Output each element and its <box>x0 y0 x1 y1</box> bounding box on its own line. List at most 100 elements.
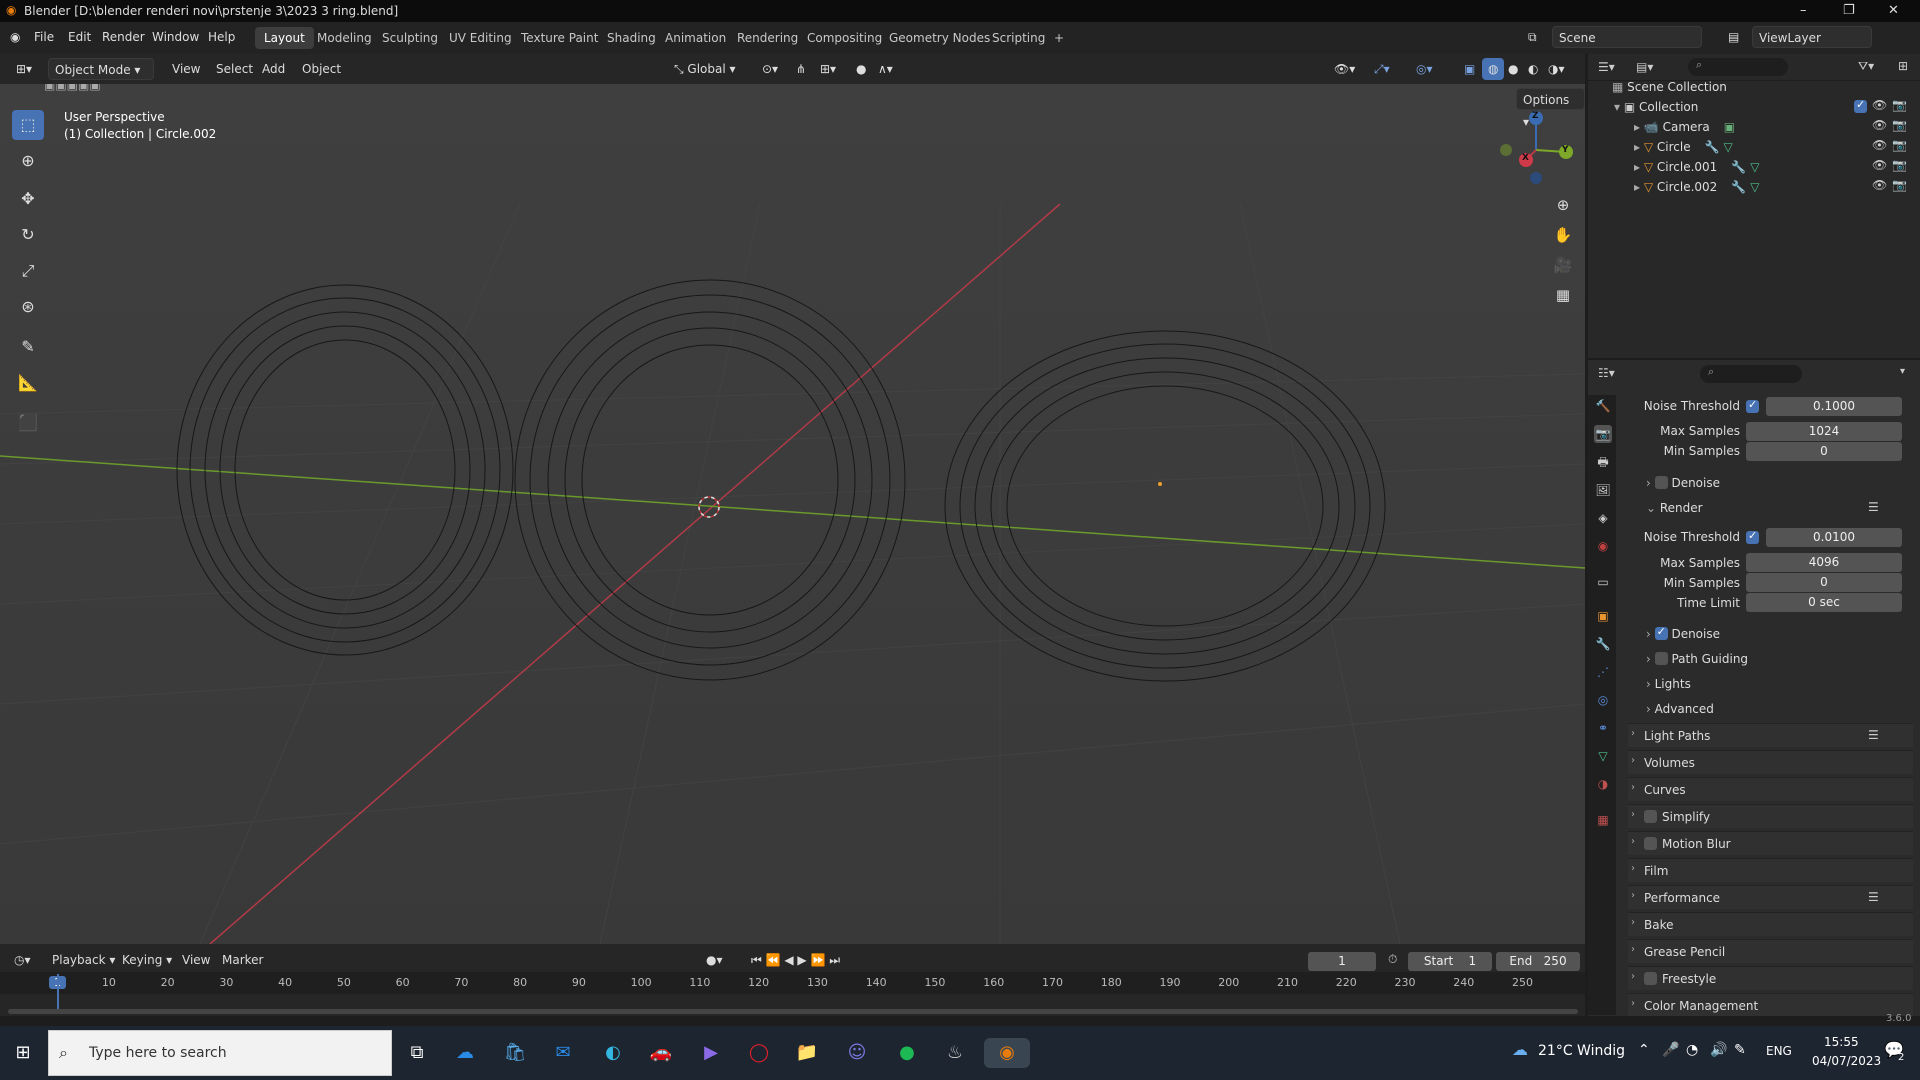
outliner-editor-icon[interactable]: ☰▾ <box>1598 60 1615 74</box>
menu-playback[interactable]: Playback ▾ <box>46 949 121 971</box>
circle-render-icon[interactable]: 📷 <box>1892 138 1907 152</box>
outliner-item-circle[interactable]: ▸ ▽ Circle 🔧 ▽ <box>1634 140 1733 158</box>
render-max-samples-field[interactable]: 4096 <box>1746 553 1902 572</box>
scene-tab-icon[interactable]: ◈ <box>1594 509 1612 527</box>
menu-select[interactable]: Select <box>210 58 259 80</box>
clock-date[interactable]: 04/07/2023 <box>1812 1054 1881 1068</box>
close-button[interactable]: ✕ <box>1888 3 1899 18</box>
tab-texture-paint[interactable]: Texture Paint <box>512 27 607 49</box>
lights-subpanel[interactable]: › Lights <box>1646 677 1691 691</box>
menu-view[interactable]: View <box>166 58 206 80</box>
gizmo-toggle-icon[interactable]: ⤢▾ <box>1368 58 1396 80</box>
render-noise-threshold-checkbox[interactable] <box>1746 529 1759 544</box>
network-icon[interactable]: ◔ <box>1686 1042 1698 1058</box>
properties-search-input[interactable]: ⌕ <box>1700 365 1802 383</box>
curves-panel[interactable]: › Curves <box>1628 777 1913 801</box>
circle-002-render-icon[interactable]: 📷 <box>1892 178 1907 192</box>
motion-blur-checkbox[interactable] <box>1644 837 1657 850</box>
tab-sculpting[interactable]: Sculpting <box>373 27 447 49</box>
pen-icon[interactable]: ✎ <box>1734 1042 1746 1058</box>
mesh-data-icon[interactable]: ▽ <box>1750 160 1759 174</box>
menu-edit[interactable]: Edit <box>68 30 91 44</box>
particles-tab-icon[interactable]: ⋰ <box>1594 663 1612 681</box>
advanced-subpanel[interactable]: › Advanced <box>1646 702 1714 716</box>
clock-time[interactable]: 15:55 <box>1824 1035 1859 1049</box>
scene-selector[interactable]: Scene <box>1552 26 1702 48</box>
simplify-checkbox[interactable] <box>1644 810 1657 823</box>
constraints-tab-icon[interactable]: ⚭ <box>1594 719 1612 737</box>
menu-keying[interactable]: Keying ▾ <box>116 949 178 971</box>
viewport-canvas[interactable] <box>0 84 1585 944</box>
outliner-scene-collection[interactable]: ▦ Scene Collection <box>1612 80 1727 98</box>
render-min-samples-field[interactable]: 0 <box>1746 573 1902 592</box>
camera-eye-icon[interactable]: 👁 <box>1872 118 1887 132</box>
menu-marker[interactable]: Marker <box>216 949 269 971</box>
world-tab-icon[interactable]: ◉ <box>1594 537 1612 555</box>
circle-002-eye-icon[interactable]: 👁 <box>1872 178 1887 192</box>
presets-list-icon[interactable]: ☰ <box>1868 890 1879 904</box>
cursor-tool[interactable]: ⊕ <box>12 146 44 176</box>
tab-scripting[interactable]: Scripting <box>983 27 1054 49</box>
spotify-icon[interactable]: ● <box>892 1038 922 1068</box>
onedrive-icon[interactable]: ☁ <box>450 1038 480 1068</box>
weather-icon[interactable]: ☁ <box>1512 1040 1528 1059</box>
viewport-noise-threshold-checkbox[interactable] <box>1746 398 1759 413</box>
tool-tab-icon[interactable]: 🔨 <box>1594 397 1612 415</box>
microsoft-store-icon[interactable]: 🛍 <box>500 1038 530 1068</box>
3d-viewport[interactable]: User Perspective (1) Collection | Circle… <box>0 84 1585 944</box>
menu-window[interactable]: Window <box>152 30 199 44</box>
pan-hand-icon[interactable]: ✋ <box>1549 222 1577 248</box>
outliner-item-camera[interactable]: ▸ 📹 Camera ▣ <box>1634 120 1735 138</box>
tab-shading[interactable]: Shading <box>598 27 665 49</box>
language-indicator[interactable]: ENG <box>1766 1044 1792 1058</box>
car-game-icon[interactable]: 🚗 <box>646 1038 676 1068</box>
tab-modeling[interactable]: Modeling <box>308 27 381 49</box>
mail-icon[interactable]: ✉ <box>548 1038 578 1068</box>
viewport-min-samples-field[interactable]: 0 <box>1746 442 1902 461</box>
tray-chevron-icon[interactable]: ⌃ <box>1638 1042 1650 1058</box>
editor-type-icon[interactable]: ⊞▾ <box>10 58 38 80</box>
viewport-denoise-subpanel[interactable]: › Denoise <box>1646 476 1720 490</box>
collection-eye-icon[interactable]: 👁 <box>1872 98 1887 112</box>
presets-list-icon[interactable]: ☰ <box>1868 500 1879 514</box>
outliner-item-circle-001[interactable]: ▸ ▽ Circle.001 🔧 ▽ <box>1634 160 1760 178</box>
object-mode-dropdown[interactable]: Object Mode ▾ <box>48 58 154 80</box>
viewport-denoise-checkbox[interactable] <box>1654 476 1668 489</box>
task-view-icon[interactable]: ⧉ <box>402 1038 432 1068</box>
time-limit-field[interactable]: 0 sec <box>1746 593 1902 612</box>
menu-add[interactable]: Add <box>256 58 291 80</box>
shading-rendered-icon[interactable]: ◑▾ <box>1542 58 1571 80</box>
app-icon[interactable]: ▶ <box>696 1038 726 1068</box>
pivot-point-icon[interactable]: ⊙▾ <box>756 58 784 80</box>
menu-object[interactable]: Object <box>296 58 347 80</box>
modifier-wrench-icon[interactable]: 🔧 <box>1705 140 1720 154</box>
circle-eye-icon[interactable]: 👁 <box>1872 138 1887 152</box>
data-tab-icon[interactable]: ▽ <box>1594 747 1612 765</box>
blender-taskbar-icon[interactable]: ◉ <box>984 1038 1030 1068</box>
menu-timeline-view[interactable]: View <box>176 949 216 971</box>
snap-icon[interactable]: ⋔ <box>790 58 812 80</box>
playback-controls[interactable]: ⏮ ⏪ ◀ ▶ ⏩ ⏭ <box>745 949 846 971</box>
playhead-line[interactable] <box>57 974 59 1014</box>
steam-icon[interactable]: ♨ <box>940 1038 970 1068</box>
denoise-subpanel[interactable]: › Denoise <box>1646 625 1720 641</box>
restore-button[interactable]: ❐ <box>1843 3 1855 18</box>
expand-arrow-icon[interactable]: ▸ <box>1634 120 1644 134</box>
collection-tab-icon[interactable]: ▭ <box>1594 573 1612 591</box>
presets-list-icon[interactable]: ☰ <box>1868 728 1879 742</box>
snap-target-icon[interactable]: ⊞▾ <box>814 58 842 80</box>
denoise-checkbox[interactable] <box>1654 625 1668 640</box>
output-tab-icon[interactable]: 🖶 <box>1594 453 1612 471</box>
viewport-noise-threshold-field[interactable]: 0.1000 <box>1766 397 1902 416</box>
collection-exclude-checkbox[interactable] <box>1854 98 1867 113</box>
navigation-gizmo[interactable]: Z Y X <box>1496 110 1576 190</box>
xray-toggle-icon[interactable]: ▣ <box>1458 58 1481 80</box>
physics-tab-icon[interactable]: ◎ <box>1594 691 1612 709</box>
timeline-scrollbar[interactable] <box>8 1009 1578 1014</box>
move-tool[interactable]: ✥ <box>12 184 44 214</box>
modifier-wrench-icon[interactable]: 🔧 <box>1731 160 1746 174</box>
outliner-display-mode-icon[interactable]: ▤▾ <box>1636 60 1653 74</box>
freestyle-checkbox[interactable] <box>1644 972 1657 985</box>
scene-icon[interactable]: ⧉ <box>1528 30 1537 45</box>
path-guiding-subpanel[interactable]: › Path Guiding <box>1646 652 1748 666</box>
